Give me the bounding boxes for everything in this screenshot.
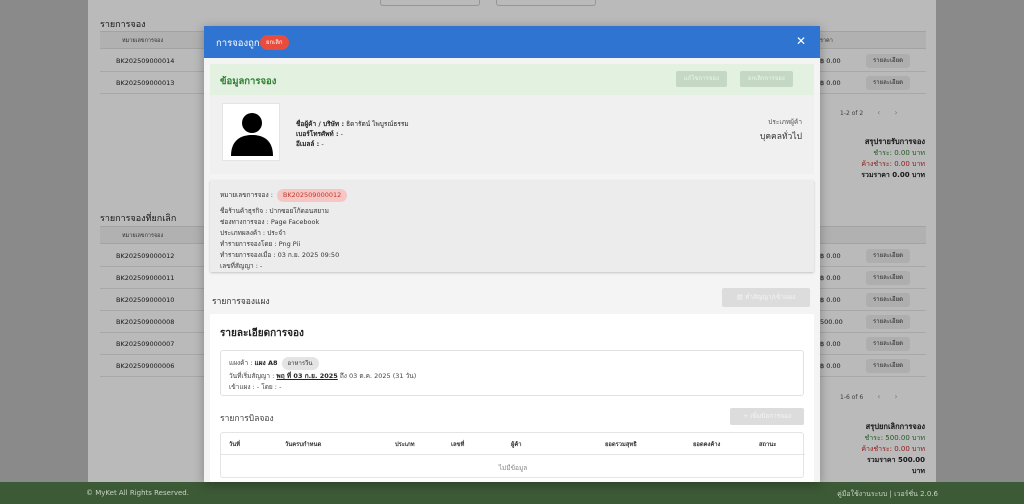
contract-period: วันที่เริ่มสัญญา : พฤ ที่ 03 ก.ย. 2025 ถ… — [229, 372, 417, 380]
user-icon — [231, 113, 273, 156]
reservation-detail-title: รายละเอียดการจอง — [220, 328, 304, 339]
status-badge: ยกเลิก — [260, 35, 289, 50]
bill-col-vendor[interactable]: ผู้ค้า — [511, 439, 522, 449]
customer-email: อีเมลล์ : - — [296, 140, 324, 148]
stall-item: แผงค้า : แผง A8 อาหารวีน วันที่เริ่มสัญญา… — [220, 350, 804, 396]
stall-name: แผงค้า : แผง A8 อาหารวีน — [229, 357, 319, 370]
booking-channel: ช่องทางการจอง : Page Facebook — [220, 218, 320, 226]
contract-number: เลขที่สัญญา : - — [220, 262, 263, 270]
bill-col-date[interactable]: วันที่ — [229, 439, 240, 449]
footer: © MyKet All Rights Reserved. คู่มือใช้งา… — [0, 482, 1024, 504]
modal-body: ข้อมูลการจอง แก้ไขการจอง ยกเลิกการจอง ชื… — [204, 58, 820, 482]
booking-info-title: ข้อมูลการจอง — [220, 76, 277, 87]
customer-info: ชื่อผู้ค้า / บริษัท : ธิดารัตน์ ไพบูรณ์ธ… — [210, 95, 814, 174]
bill-col-status[interactable]: สถานะ — [759, 439, 776, 449]
bill-col-balance[interactable]: ยอดคงค้าง — [693, 439, 720, 449]
footer-version-link[interactable]: คู่มือใช้งานระบบ | เวอร์ชั่น 2.0.6 — [837, 489, 938, 500]
customer-type-value: บุคคลทั่วไป — [759, 132, 802, 142]
booking-detail-box: หมายเลขการจอง : BK202509000012 ชื่อร้านค้… — [210, 180, 814, 272]
made-by: ทำรายการจองโดย : Png Pii — [220, 240, 301, 248]
bill-col-type[interactable]: ประเภท — [395, 439, 415, 449]
close-icon[interactable]: ✕ — [796, 34, 806, 48]
customer-phone: เบอร์โทรศัพท์ : - — [296, 130, 344, 138]
booking-info-card: ข้อมูลการจอง แก้ไขการจอง ยกเลิกการจอง ชื… — [210, 64, 814, 174]
booking-code-badge: BK202509000012 — [276, 189, 348, 202]
reservation-detail-card: รายละเอียดการจอง แผงค้า : แผง A8 อาหารวีน… — [210, 314, 814, 482]
booking-info-header: ข้อมูลการจอง แก้ไขการจอง ยกเลิกการจอง — [210, 64, 814, 95]
customer-name: ชื่อผู้ค้า / บริษัท : ธิดารัตน์ ไพบูรณ์ธ… — [296, 120, 409, 128]
edit-booking-button[interactable]: แก้ไขการจอง — [676, 71, 727, 87]
footer-copyright: © MyKet All Rights Reserved. — [86, 489, 189, 497]
add-bill-button[interactable]: + เพิ่มบิลการจอง — [730, 408, 804, 425]
document-icon: ▤ — [736, 293, 745, 301]
modal-header: การจองถูก ยกเลิก ✕ — [204, 26, 820, 58]
bill-col-due[interactable]: วันครบกำหนด — [285, 439, 321, 449]
bill-col-net[interactable]: ยอดรวมสุทธิ — [605, 439, 637, 449]
shop-name: ชื่อร้านค้าธุรกิจ : ปากซอยโก้ดอนสยาม — [220, 207, 329, 215]
bill-empty-state: ไม่มีข้อมูล — [498, 464, 528, 472]
stall-category-tag: อาหารวีน — [281, 357, 319, 370]
made-at: ทำรายการจองเมื่อ : 03 ก.ย. 2025 09:50 — [220, 251, 340, 259]
stall-list-title: รายการจองแผง — [212, 297, 270, 307]
bill-table: วันที่ วันครบกำหนด ประเภท เลขที่ ผู้ค้า … — [220, 432, 805, 478]
cancel-booking-button[interactable]: ยกเลิกการจอง — [740, 71, 793, 87]
avatar — [222, 103, 280, 161]
customer-type-label: ประเภทผู้ค้า — [768, 118, 802, 126]
bill-list-title: รายการบิลจอง — [220, 414, 274, 424]
bill-col-number[interactable]: เลขที่ — [451, 439, 464, 449]
contract-button[interactable]: ▤ ทำสัญญา/เข้าแผง — [722, 288, 810, 307]
booking-modal: การจองถูก ยกเลิก ✕ ข้อมูลการจอง แก้ไขการ… — [204, 26, 820, 482]
divider — [221, 454, 805, 455]
booking-number: หมายเลขการจอง : BK202509000012 — [220, 189, 348, 202]
modal-title: การจองถูก — [216, 38, 260, 49]
product-type: ประเภทผลงค้า : ประจำ — [220, 229, 286, 237]
enter-stall-info: เข้าแผง : - โดย : - — [229, 383, 282, 391]
